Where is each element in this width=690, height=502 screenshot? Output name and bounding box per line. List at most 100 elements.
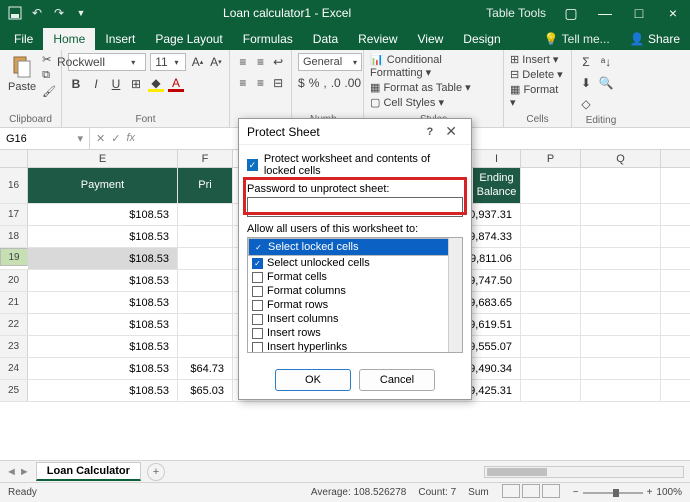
cell-payment[interactable]: $108.53 xyxy=(28,248,178,269)
allow-option[interactable]: Insert rows xyxy=(248,326,462,340)
cell-payment[interactable]: $108.53 xyxy=(28,314,178,335)
autosum-icon[interactable]: Σ xyxy=(578,54,594,70)
format-cells-button[interactable]: ▦ Format ▾ xyxy=(510,83,565,109)
increase-font-icon[interactable]: A▴ xyxy=(190,54,204,70)
find-icon[interactable]: 🔍 xyxy=(598,75,614,91)
col-header-f[interactable]: F xyxy=(178,150,233,167)
tab-page-layout[interactable]: Page Layout xyxy=(145,28,232,50)
cell-payment[interactable]: $108.53 xyxy=(28,270,178,291)
col-header-p[interactable]: P xyxy=(521,150,581,167)
row-header[interactable]: 18 xyxy=(0,226,28,247)
font-color-icon[interactable]: A xyxy=(168,76,184,92)
copy-icon[interactable]: ⧉ xyxy=(42,69,56,82)
cell-payment[interactable]: $108.53 xyxy=(28,358,178,379)
currency-icon[interactable]: $ xyxy=(298,75,305,91)
row-header[interactable]: 21 xyxy=(0,292,28,313)
comma-icon[interactable]: , xyxy=(323,75,326,91)
cell-principal[interactable]: $64.73 xyxy=(178,358,233,379)
col-header-i[interactable]: I xyxy=(473,150,521,167)
row-header[interactable]: 24 xyxy=(0,358,28,379)
tab-home[interactable]: Home xyxy=(43,28,95,50)
allow-option[interactable]: Format columns xyxy=(248,284,462,298)
cell-principal[interactable] xyxy=(178,248,233,269)
tab-data[interactable]: Data xyxy=(303,28,348,50)
cell-principal[interactable]: $65.03 xyxy=(178,380,233,401)
row-header[interactable]: 19 xyxy=(0,248,28,266)
ok-button[interactable]: OK xyxy=(275,369,351,391)
view-buttons[interactable] xyxy=(501,484,561,501)
cell-principal[interactable] xyxy=(178,270,233,291)
cell-ending[interactable]: $9,425.31 xyxy=(473,380,521,401)
redo-icon[interactable]: ↷ xyxy=(52,6,66,20)
cut-icon[interactable]: ✂ xyxy=(42,53,56,66)
cell-ending[interactable]: 9,683.65 xyxy=(473,292,521,313)
zoom-out-icon[interactable]: − xyxy=(573,487,579,498)
decrease-font-icon[interactable]: A▾ xyxy=(209,54,223,70)
minimize-icon[interactable]: — xyxy=(588,5,622,22)
format-painter-icon[interactable]: 🖌 xyxy=(42,85,56,98)
dialog-help-icon[interactable]: ? xyxy=(421,126,440,138)
allow-option[interactable]: Insert columns xyxy=(248,312,462,326)
clear-icon[interactable]: ◇ xyxy=(578,96,594,112)
row-header[interactable]: 16 xyxy=(0,168,28,203)
ribbon-options-icon[interactable]: ▢ xyxy=(554,5,588,22)
align-top-icon[interactable]: ≡ xyxy=(236,54,250,70)
cell-payment[interactable]: $108.53 xyxy=(28,204,178,225)
dialog-titlebar[interactable]: Protect Sheet ? ✕ xyxy=(239,119,471,145)
increase-decimal-icon[interactable]: .0 xyxy=(331,75,341,91)
fx-icon[interactable]: fx xyxy=(126,132,135,145)
allow-option[interactable]: Insert hyperlinks xyxy=(248,340,462,353)
font-name-select[interactable]: Rockwell▾ xyxy=(68,53,146,71)
wrap-icon[interactable]: ↩ xyxy=(271,54,285,70)
cell-payment[interactable]: $108.53 xyxy=(28,226,178,247)
cell-ending[interactable]: $9,490.34 xyxy=(473,358,521,379)
cell-payment[interactable]: $108.53 xyxy=(28,380,178,401)
conditional-formatting-button[interactable]: 📊 Conditional Formatting ▾ xyxy=(370,53,497,79)
decrease-decimal-icon[interactable]: .00 xyxy=(345,75,361,91)
cell-ending[interactable]: 9,555.07 xyxy=(473,336,521,357)
border-icon[interactable]: ⊞ xyxy=(128,76,144,92)
name-box[interactable]: G16▾ xyxy=(0,128,90,149)
allow-option[interactable]: ✓Select unlocked cells xyxy=(248,256,462,270)
row-header[interactable]: 22 xyxy=(0,314,28,335)
cell-payment[interactable]: $108.53 xyxy=(28,292,178,313)
sheet-nav-next-icon[interactable]: ► xyxy=(19,466,30,478)
zoom-control[interactable]: − + 100% xyxy=(573,487,682,498)
cell-ending[interactable]: 9,874.33 xyxy=(473,226,521,247)
zoom-in-icon[interactable]: + xyxy=(647,487,653,498)
italic-icon[interactable]: I xyxy=(88,76,104,92)
allow-option[interactable]: Format cells xyxy=(248,270,462,284)
share-button[interactable]: 👤 Share xyxy=(620,28,690,50)
row-header[interactable]: 17 xyxy=(0,204,28,225)
sort-filter-icon[interactable]: ᵃ↓ xyxy=(598,54,614,70)
tab-formulas[interactable]: Formulas xyxy=(233,28,303,50)
cell-styles-button[interactable]: ▢ Cell Styles ▾ xyxy=(370,96,497,109)
cell-ending[interactable]: 9,619.51 xyxy=(473,314,521,335)
bold-icon[interactable]: B xyxy=(68,76,84,92)
tab-design[interactable]: Design xyxy=(453,28,510,50)
cell-ending[interactable]: 9,747.50 xyxy=(473,270,521,291)
row-header[interactable]: 23 xyxy=(0,336,28,357)
underline-icon[interactable]: U xyxy=(108,76,124,92)
password-input[interactable] xyxy=(247,197,463,217)
tab-view[interactable]: View xyxy=(408,28,454,50)
cancel-button[interactable]: Cancel xyxy=(359,369,435,391)
close-icon[interactable]: × xyxy=(656,5,690,22)
qat-dropdown-icon[interactable]: ▼ xyxy=(74,6,88,20)
align-middle-icon[interactable]: ≡ xyxy=(254,54,268,70)
cell-principal[interactable] xyxy=(178,226,233,247)
merge-icon[interactable]: ⊟ xyxy=(271,75,285,91)
sheet-nav-prev-icon[interactable]: ◄ xyxy=(6,466,17,478)
col-header-e[interactable]: E xyxy=(28,150,178,167)
listbox-scrollbar[interactable] xyxy=(448,238,462,352)
col-header-q[interactable]: Q xyxy=(581,150,661,167)
save-icon[interactable] xyxy=(8,6,22,20)
tell-me[interactable]: 💡 Tell me... xyxy=(534,28,620,50)
add-sheet-button[interactable]: + xyxy=(147,463,165,481)
delete-cells-button[interactable]: ⊟ Delete ▾ xyxy=(510,68,565,81)
allow-option[interactable]: ✓Select locked cells xyxy=(248,238,462,256)
allow-listbox[interactable]: ✓Select locked cells✓Select unlocked cel… xyxy=(247,237,463,353)
sheet-tab-loan-calculator[interactable]: Loan Calculator xyxy=(36,462,141,481)
font-size-select[interactable]: 11▾ xyxy=(150,53,186,71)
row-header[interactable]: 25 xyxy=(0,380,28,401)
